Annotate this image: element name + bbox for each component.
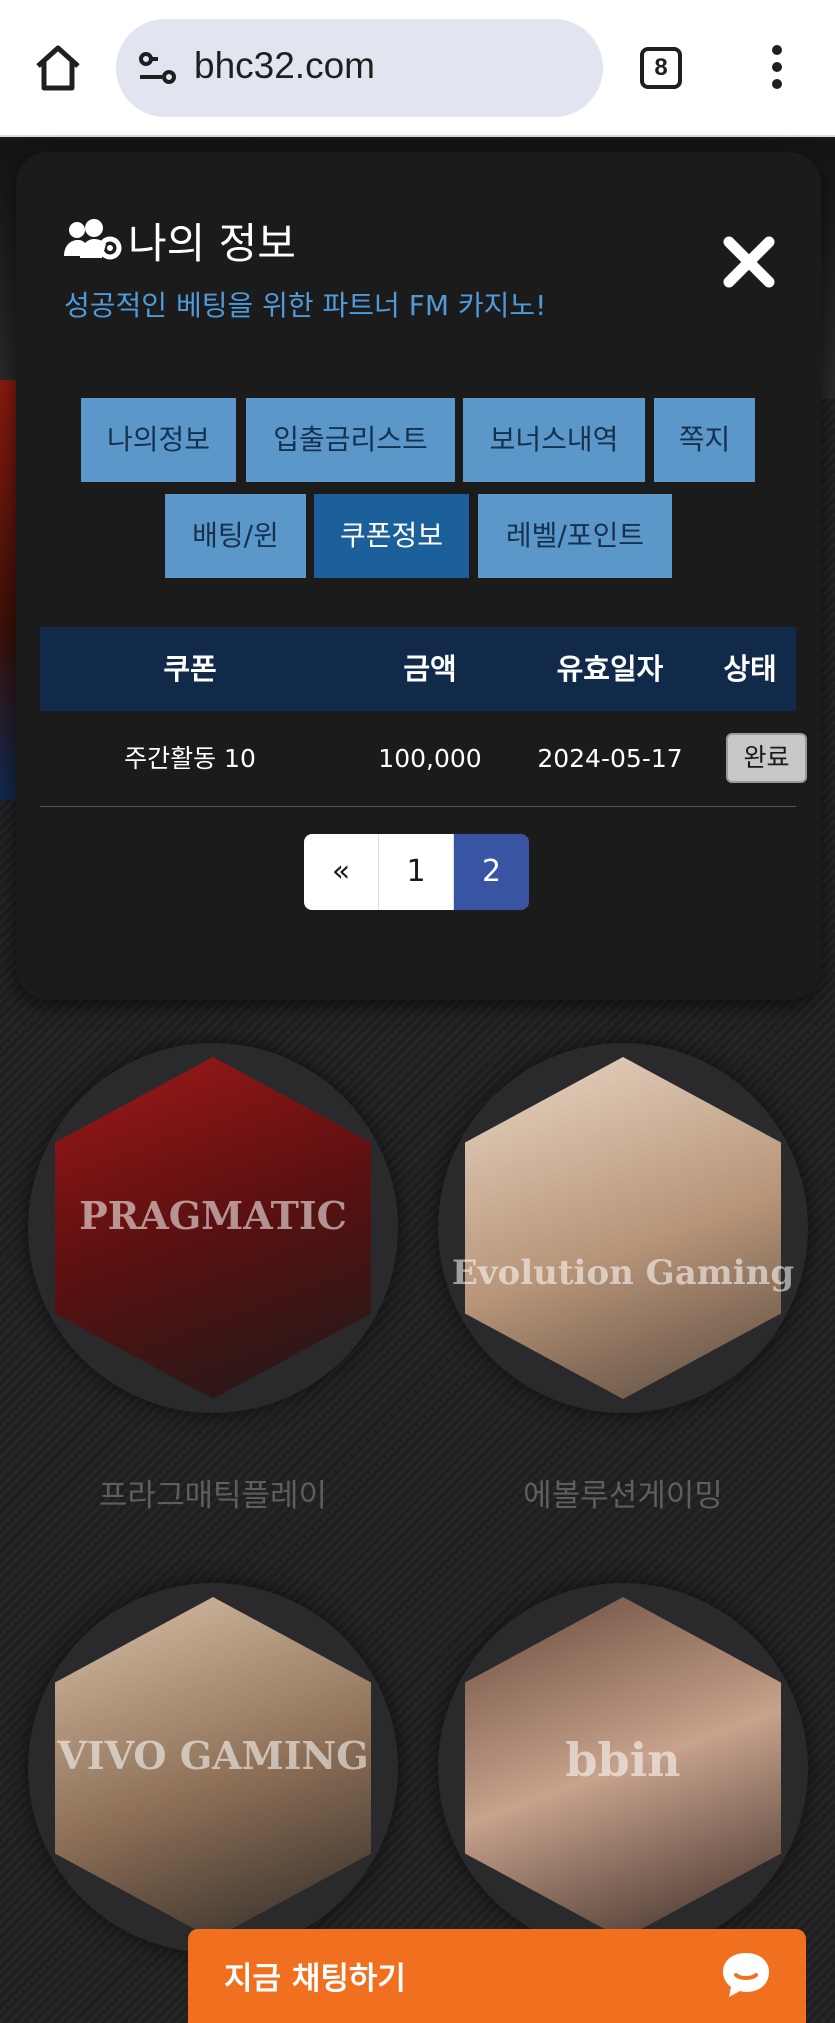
my-info-modal: 나의 정보 성공적인 베팅을 위한 파트너 FM 카지노! 나의정보 입출금리스… — [16, 152, 821, 1000]
tab-level-points[interactable]: 레벨/포인트 — [478, 494, 672, 578]
address-bar[interactable]: bhc32.com — [116, 19, 603, 117]
url-text: bhc32.com — [194, 45, 375, 86]
close-icon[interactable] — [721, 234, 777, 290]
tab-messages[interactable]: 쪽지 — [654, 398, 755, 482]
coupon-name: 주간활동 10 — [124, 744, 256, 773]
provider-logo: Evolution Gaming — [451, 1253, 795, 1293]
tab-deposit-withdraw-list[interactable]: 입출금리스트 — [246, 398, 455, 482]
coupon-amount: 100,000 — [378, 744, 482, 773]
provider-card-evolution[interactable]: Evolution Gaming — [438, 1043, 808, 1413]
column-header-valid-date: 유효일자 — [556, 652, 664, 686]
coupon-valid-date: 2024-05-17 — [537, 744, 683, 773]
tab-coupon-info[interactable]: 쿠폰정보 — [314, 494, 469, 578]
provider-logo: PRAGMATIC — [79, 1193, 347, 1238]
provider-card-bbin[interactable]: bbin — [438, 1583, 808, 1953]
tab-switcher-button[interactable]: 8 — [640, 47, 682, 89]
pagination-prev[interactable]: « — [304, 834, 379, 910]
more-menu-icon[interactable] — [762, 45, 792, 91]
chat-label: 지금 채팅하기 — [224, 1961, 406, 1997]
provider-logo: bbin — [565, 1733, 681, 1787]
table-row: 주간활동 10 100,000 2024-05-17 완료 — [40, 711, 807, 807]
pagination: « 1 2 — [304, 834, 529, 910]
modal-title: 나의 정보 — [128, 219, 296, 268]
pagination-page-2[interactable]: 2 — [454, 834, 529, 910]
column-header-amount: 금액 — [403, 652, 457, 686]
users-cog-icon — [64, 218, 122, 262]
tab-my-info[interactable]: 나의정보 — [81, 398, 236, 482]
home-icon[interactable] — [30, 40, 86, 96]
coupon-table-header: 쿠폰 금액 유효일자 상태 — [40, 627, 796, 711]
pagination-page-1[interactable]: 1 — [379, 834, 454, 910]
browser-toolbar: bhc32.com 8 — [0, 0, 835, 137]
status-badge: 완료 — [726, 733, 807, 783]
provider-logo: VIVO GAMING — [57, 1733, 369, 1778]
site-settings-icon[interactable] — [138, 50, 178, 86]
column-header-status: 상태 — [723, 652, 777, 686]
modal-subtitle: 성공적인 베팅을 위한 파트너 FM 카지노! — [64, 289, 547, 322]
tab-bonus-history[interactable]: 보너스내역 — [463, 398, 645, 482]
provider-card-pragmatic[interactable]: PRAGMATIC — [28, 1043, 398, 1413]
tab-betting-win[interactable]: 배팅/윈 — [165, 494, 306, 578]
provider-card-vivo[interactable]: VIVO GAMING — [28, 1583, 398, 1953]
chat-bubble-icon — [718, 1947, 774, 2003]
live-chat-button[interactable]: 지금 채팅하기 — [188, 1929, 806, 2023]
provider-name[interactable]: 에볼루션게이밍 — [438, 1470, 808, 1515]
column-header-coupon: 쿠폰 — [163, 652, 217, 686]
provider-name[interactable]: 프라그매틱플레이 — [28, 1470, 398, 1515]
